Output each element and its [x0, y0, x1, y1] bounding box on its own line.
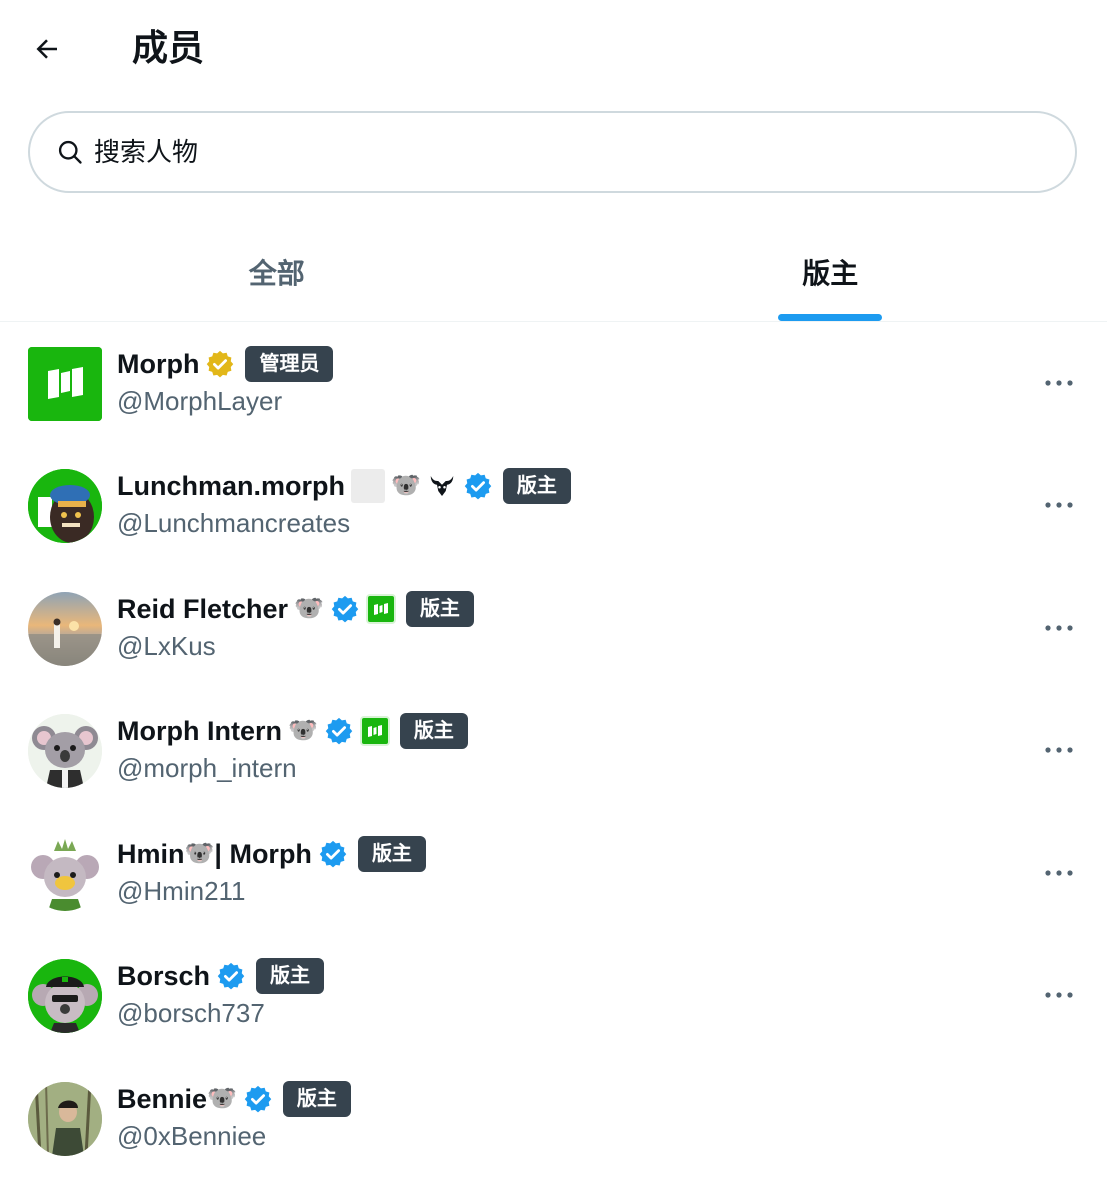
page-title: 成员 [132, 27, 205, 68]
koala-emoji: 🐨 [184, 840, 215, 867]
verified-blue-icon [217, 962, 245, 990]
avatar[interactable] [28, 469, 102, 543]
role-badge: 版主 [357, 836, 426, 872]
display-name[interactable]: Reid Fletcher [117, 594, 288, 625]
list-item[interactable]: Hmin 🐨 | Morph 版主 @Hmin211 [0, 812, 1107, 935]
avatar[interactable] [28, 837, 102, 911]
koala-avatar-image [28, 714, 102, 788]
avatar[interactable] [28, 959, 102, 1033]
list-item[interactable]: Lunchman.morph 🐨 版主 @Lunchmancreates [0, 444, 1107, 567]
avatar[interactable] [28, 714, 102, 788]
more-icon [1045, 380, 1073, 386]
handle[interactable]: @0xBenniee [117, 1121, 266, 1152]
list-item[interactable]: Morph Intern 🐨 版主 @morph_intern [0, 689, 1107, 812]
display-name[interactable]: Morph Intern [117, 716, 282, 747]
morph-badge-icon [365, 594, 396, 624]
koala-emoji: 🐨 [287, 717, 318, 744]
active-tab-indicator [778, 314, 883, 321]
avatar[interactable] [28, 347, 102, 421]
avatar[interactable] [28, 592, 102, 666]
tab-bar: 全部 版主 [0, 222, 1107, 322]
handle[interactable]: @borsch737 [117, 998, 265, 1029]
more-options-button[interactable] [1039, 608, 1079, 648]
lunchman-avatar-image [28, 469, 102, 543]
display-name[interactable]: Bennie [117, 1084, 207, 1115]
handle[interactable]: @morph_intern [117, 753, 297, 784]
more-options-button[interactable] [1039, 485, 1079, 525]
display-name-suffix[interactable]: | Morph [214, 839, 312, 870]
more-icon [1045, 747, 1073, 753]
more-icon [1045, 502, 1073, 508]
morph-logo-icon [28, 347, 102, 421]
handle[interactable]: @MorphLayer [117, 386, 282, 417]
arrow-left-icon [36, 39, 57, 59]
avatar[interactable] [28, 1082, 102, 1156]
verified-gold-icon [207, 350, 234, 378]
display-name[interactable]: Morph [117, 349, 199, 380]
more-options-button[interactable] [1039, 730, 1079, 770]
tab-moderators[interactable]: 版主 [554, 222, 1107, 321]
verified-blue-icon [325, 717, 353, 745]
role-badge: 版主 [256, 958, 325, 994]
role-badge: 管理员 [245, 346, 334, 382]
bull-icon [430, 476, 454, 496]
list-item[interactable]: Morph 管理员 @MorphLayer [0, 322, 1107, 445]
more-options-button[interactable] [1039, 853, 1079, 893]
list-item[interactable]: Bennie 🐨 版主 @0xBenniee [0, 1057, 1107, 1180]
koala-crown-avatar-image [28, 837, 102, 911]
display-name-prefix[interactable]: Hmin [117, 839, 185, 870]
tab-label: 全部 [248, 257, 305, 289]
verified-blue-icon [464, 472, 492, 500]
verified-blue-icon [244, 1085, 272, 1113]
list-item[interactable]: Borsch 版主 @borsch737 [0, 934, 1107, 1057]
name-line: Borsch 版主 [117, 956, 325, 996]
role-badge: 版主 [405, 591, 474, 627]
back-button[interactable] [22, 24, 72, 74]
koala-emoji: 🐨 [294, 595, 324, 622]
display-name[interactable]: Lunchman.morph [117, 471, 345, 502]
koala-cap-avatar-image [28, 959, 102, 1033]
name-line: Hmin 🐨 | Morph 版主 [117, 834, 426, 874]
name-line: Lunchman.morph 🐨 版主 [117, 466, 571, 506]
more-icon [1045, 992, 1073, 998]
list-item[interactable]: Reid Fletcher 🐨 版主 @LxKus [0, 567, 1107, 690]
name-line: Morph 管理员 [117, 344, 334, 384]
more-options-button[interactable] [1039, 975, 1079, 1015]
name-line: Bennie 🐨 版主 [117, 1079, 351, 1119]
more-options-button[interactable] [1039, 363, 1079, 403]
verified-blue-icon [319, 840, 347, 868]
more-icon [1045, 870, 1073, 876]
role-badge: 版主 [502, 468, 571, 504]
morph-badge-icon [359, 716, 390, 746]
display-name[interactable]: Borsch [117, 961, 210, 992]
search-icon [58, 140, 82, 164]
tab-label: 版主 [802, 257, 859, 289]
blank-emoji-box [351, 469, 385, 503]
more-icon [1045, 625, 1073, 631]
koala-emoji: 🐨 [391, 472, 421, 499]
handle[interactable]: @LxKus [117, 631, 216, 662]
role-badge: 版主 [399, 713, 468, 749]
koala-emoji: 🐨 [207, 1085, 237, 1112]
tab-all[interactable]: 全部 [0, 222, 554, 321]
name-line: Reid Fletcher 🐨 版主 [117, 589, 474, 629]
header: 成员 [0, 0, 1107, 100]
handle[interactable]: @Hmin211 [117, 876, 246, 907]
search-input[interactable] [94, 136, 994, 168]
sunset-beach-photo [28, 592, 102, 666]
handle[interactable]: @Lunchmancreates [117, 508, 350, 539]
role-badge: 版主 [282, 1081, 351, 1117]
name-line: Morph Intern 🐨 版主 [117, 711, 468, 751]
search-box[interactable] [28, 111, 1077, 193]
forest-photo [28, 1082, 102, 1156]
verified-blue-icon [331, 595, 359, 623]
